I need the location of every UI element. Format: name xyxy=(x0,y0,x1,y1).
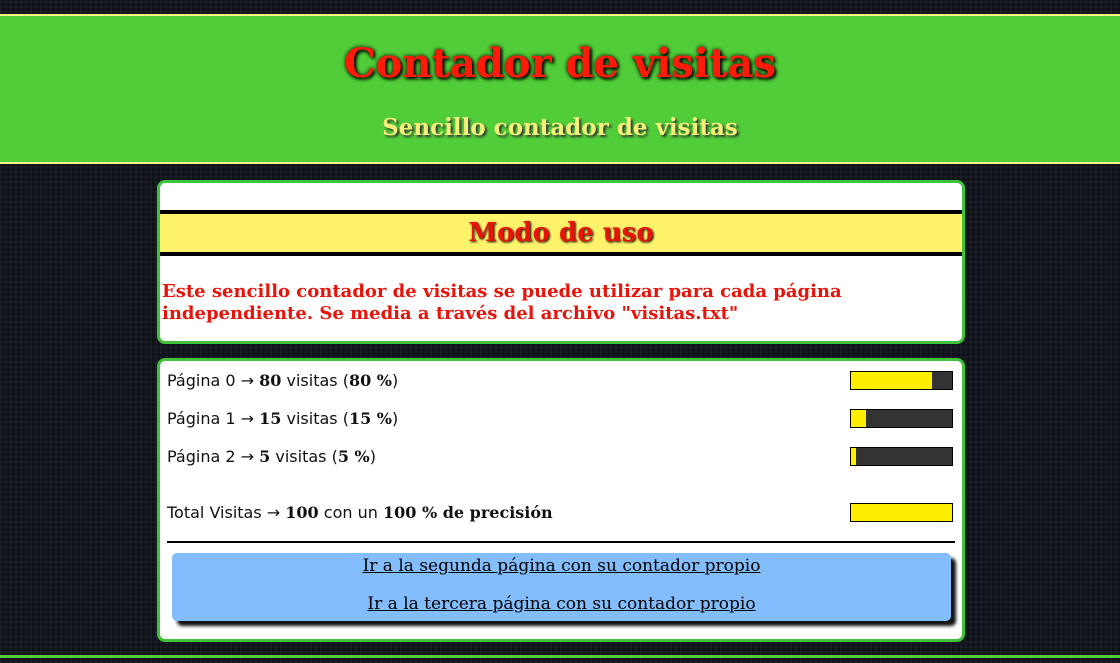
usage-panel: Modo de uso Este sencillo contador de vi… xyxy=(157,180,965,344)
link-third-page[interactable]: Ir a la tercera página con su contador p… xyxy=(172,594,951,614)
counter-panel: Página 0 → 80 visitas (80 %) Página 1 → … xyxy=(157,358,965,642)
progress-bar-page-2 xyxy=(850,447,953,466)
row-label: Página 2 xyxy=(167,447,236,466)
divider xyxy=(167,541,955,543)
row-label: Página 0 xyxy=(167,371,236,390)
total-label: Total Visitas xyxy=(167,503,262,522)
usage-title: Modo de uso xyxy=(160,210,962,256)
row-count: 5 xyxy=(259,447,271,466)
row-label: Página 1 xyxy=(167,409,236,428)
counter-row-page-1: Página 1 → 15 visitas (15 %) xyxy=(167,409,399,428)
counter-row-total: Total Visitas → 100 con un 100 % de prec… xyxy=(167,503,553,522)
page-header: Contador de visitas Sencillo contador de… xyxy=(0,14,1120,164)
total-count: 100 xyxy=(285,503,319,522)
usage-description: Este sencillo contador de visitas se pue… xyxy=(162,281,842,324)
page-title: Contador de visitas xyxy=(343,40,777,87)
progress-fill xyxy=(851,410,867,427)
footer-line xyxy=(0,655,1120,658)
visits-word: visitas xyxy=(286,371,338,390)
links-panel: Ir a la segunda página con su contador p… xyxy=(172,553,951,621)
page-subtitle: Sencillo contador de visitas xyxy=(382,114,738,141)
total-connector: con un xyxy=(323,503,378,522)
counter-row-page-0: Página 0 → 80 visitas (80 %) xyxy=(167,371,399,390)
row-percent: 15 % xyxy=(348,409,392,428)
progress-bar-page-1 xyxy=(850,409,953,428)
visits-word: visitas xyxy=(275,447,327,466)
progress-fill xyxy=(851,504,952,521)
row-count: 80 xyxy=(259,371,282,390)
row-percent: 5 % xyxy=(337,447,370,466)
counter-row-page-2: Página 2 → 5 visitas (5 %) xyxy=(167,447,376,466)
visits-word: visitas xyxy=(286,409,338,428)
arrow-icon: → xyxy=(240,371,255,390)
arrow-icon: → xyxy=(240,409,255,428)
total-precision: 100 % de precisión xyxy=(382,503,553,522)
arrow-icon: → xyxy=(266,503,281,522)
progress-fill xyxy=(851,448,857,465)
row-percent: 80 % xyxy=(348,371,392,390)
progress-fill xyxy=(851,372,932,389)
link-second-page[interactable]: Ir a la segunda página con su contador p… xyxy=(172,556,951,576)
arrow-icon: → xyxy=(240,447,255,466)
progress-bar-total xyxy=(850,503,953,522)
row-count: 15 xyxy=(259,409,282,428)
progress-bar-page-0 xyxy=(850,371,953,390)
